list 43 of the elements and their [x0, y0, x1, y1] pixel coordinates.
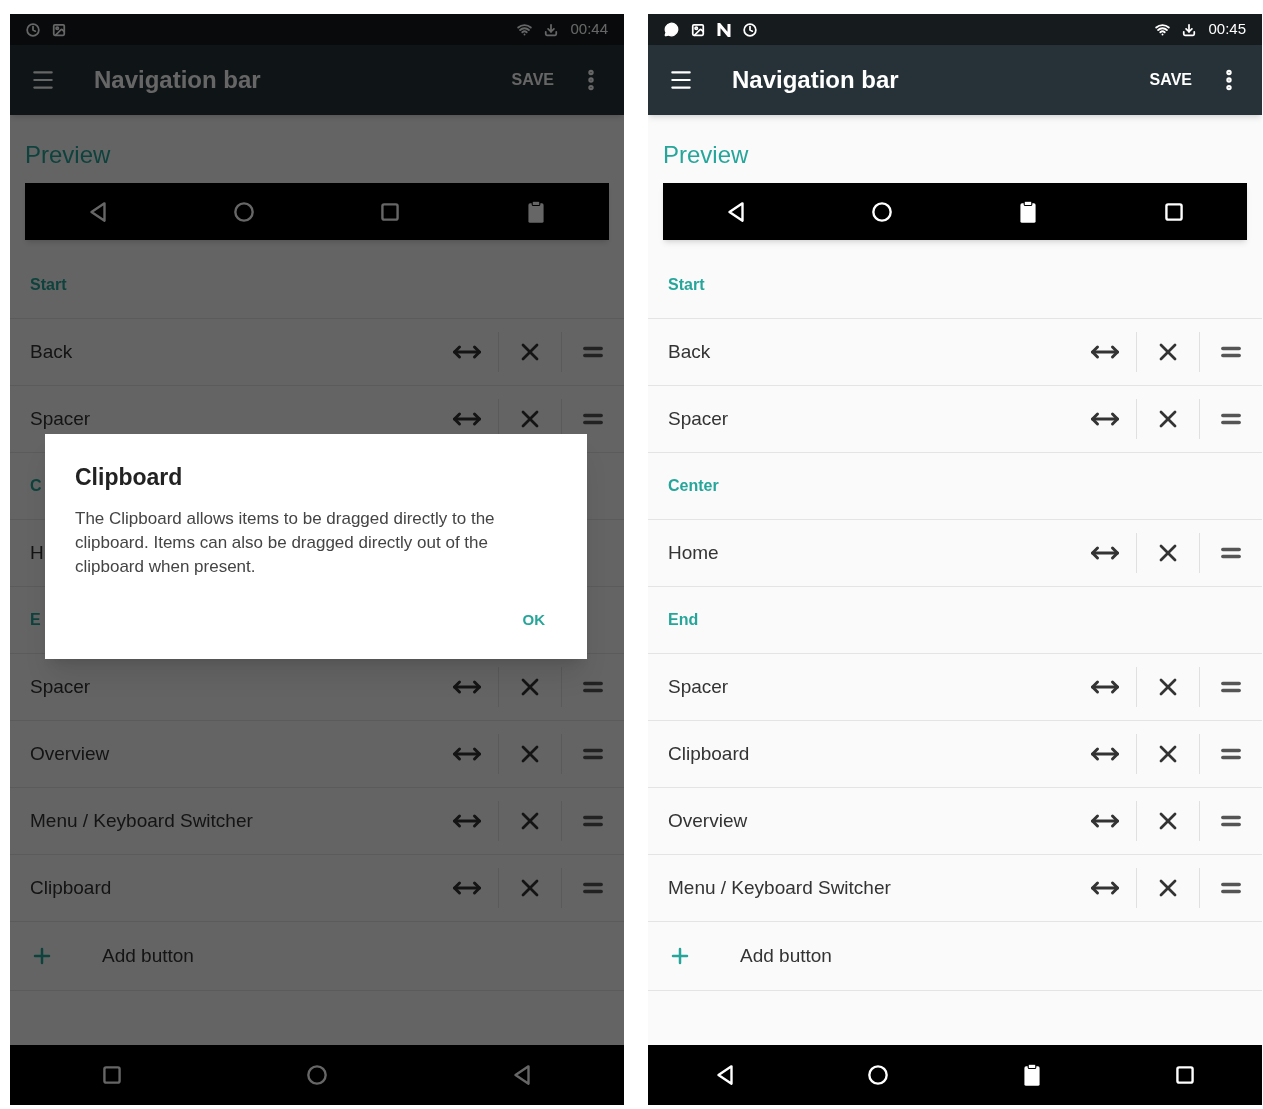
button-item-label: Menu / Keyboard Switcher	[668, 875, 891, 900]
clock-icon	[743, 22, 757, 37]
image-icon	[52, 22, 66, 37]
section-header: End	[668, 610, 699, 630]
button-item-label: H	[30, 540, 44, 565]
button-item-label: Spacer	[668, 674, 729, 699]
button-item-label: Spacer	[668, 406, 729, 431]
clock-time: 00:44	[570, 19, 608, 40]
button-item-label: Overview	[668, 808, 748, 833]
button-item-label: Home	[668, 540, 719, 565]
n-logo-icon	[717, 22, 731, 37]
section-header: Start	[30, 275, 67, 295]
clock-time: 00:45	[1208, 19, 1246, 40]
section-header: Center	[668, 476, 719, 496]
dialog-title: Clipboard	[75, 463, 184, 492]
button-item-label: Back	[30, 339, 73, 364]
section-header: C	[30, 476, 42, 496]
save-button[interactable]: SAVE	[1149, 68, 1192, 92]
button-item-label: Clipboard	[30, 875, 112, 900]
dialog-message: The Clipboard allows items to be dragged directly to the clipboard. Items can also be dragged directly out of the clipboard when present.	[75, 507, 496, 578]
add-button[interactable]: Add button	[102, 941, 194, 971]
download-icon	[1182, 22, 1197, 37]
wifi-icon	[1155, 22, 1171, 37]
image-icon	[691, 22, 705, 37]
button-item-label: Back	[668, 339, 711, 364]
button-item-label: Spacer	[30, 406, 91, 431]
preview-label: Preview	[663, 140, 750, 170]
button-item-label: Clipboard	[668, 741, 750, 766]
preview-label: Preview	[25, 140, 112, 170]
button-item-label: Menu / Keyboard Switcher	[30, 808, 253, 833]
save-button[interactable]: SAVE	[511, 68, 554, 92]
clock-icon	[26, 22, 40, 37]
download-icon	[544, 22, 559, 37]
button-item-label: Overview	[30, 741, 110, 766]
button-item-label: Spacer	[30, 674, 91, 699]
section-header: E	[30, 610, 41, 630]
section-header: Start	[668, 275, 705, 295]
toolbar-title: Navigation bar	[732, 65, 900, 95]
wifi-icon	[517, 22, 533, 37]
toolbar-title: Navigation bar	[94, 65, 262, 95]
add-button[interactable]: Add button	[740, 941, 832, 971]
ok-button[interactable]: OK	[522, 608, 545, 631]
message-icon	[664, 22, 679, 37]
